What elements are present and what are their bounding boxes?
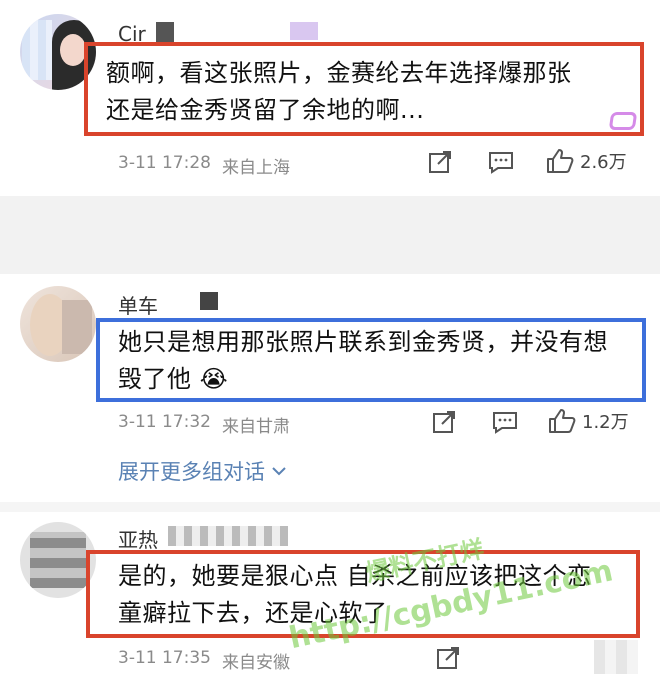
comment-text: 额啊，看这张照片，金赛纶去年选择爆那张 还是给金秀贤留了余地的啊... [106, 55, 626, 129]
badge-mask [290, 22, 318, 40]
author-name[interactable]: 亚热 [118, 524, 158, 553]
share-icon[interactable] [436, 646, 462, 670]
pixelated-mask [594, 640, 638, 674]
like-button[interactable]: 2.6万 [546, 148, 627, 174]
author-name[interactable]: 单车 [118, 290, 158, 319]
section-divider [0, 196, 660, 274]
like-button[interactable]: 1.2万 [548, 408, 629, 434]
comment-time: 3-11 17:35 [118, 648, 211, 668]
like-icon [546, 148, 574, 174]
avatar[interactable] [20, 522, 96, 598]
diamond-badge-icon [608, 112, 638, 130]
expand-label: 展开更多组对话 [118, 460, 265, 484]
comment-icon[interactable] [492, 410, 518, 434]
expand-more-conversations[interactable]: 展开更多组对话 [118, 456, 287, 486]
comment-time: 3-11 17:28 [118, 153, 211, 173]
like-icon [548, 408, 576, 434]
pixelated-name-mask [200, 292, 218, 310]
chevron-down-icon [271, 465, 287, 477]
comment-text: 她只是想用那张照片联系到金秀贤，并没有想 毁了他 😭 [118, 324, 638, 398]
like-count: 2.6万 [580, 152, 627, 173]
comment-text-line: 还是给金秀贤留了余地的啊... [106, 96, 425, 124]
comment-location: 来自安徽 [222, 653, 290, 673]
pixelated-name-mask [156, 22, 174, 44]
share-icon[interactable] [428, 150, 454, 174]
comment-time: 3-11 17:32 [118, 412, 211, 432]
like-count: 1.2万 [582, 412, 629, 433]
comment-text-segment: 毁了他 [118, 365, 192, 393]
avatar[interactable] [20, 286, 96, 362]
pixelated-name-mask [168, 526, 288, 546]
comment-icon[interactable] [488, 150, 514, 174]
separator-line [0, 502, 660, 512]
comment-text-line: 额啊，看这张照片，金赛纶去年选择爆那张 [106, 59, 572, 87]
crying-emoji-icon: 😭 [199, 365, 229, 393]
share-icon[interactable] [432, 410, 458, 434]
comment-text-line: 毁了他 😭 [118, 361, 638, 398]
comment-location: 来自甘肃 [222, 417, 290, 437]
comment-text-line: 她只是想用那张照片联系到金秀贤，并没有想 [118, 328, 608, 356]
comment-location: 来自上海 [222, 158, 290, 178]
